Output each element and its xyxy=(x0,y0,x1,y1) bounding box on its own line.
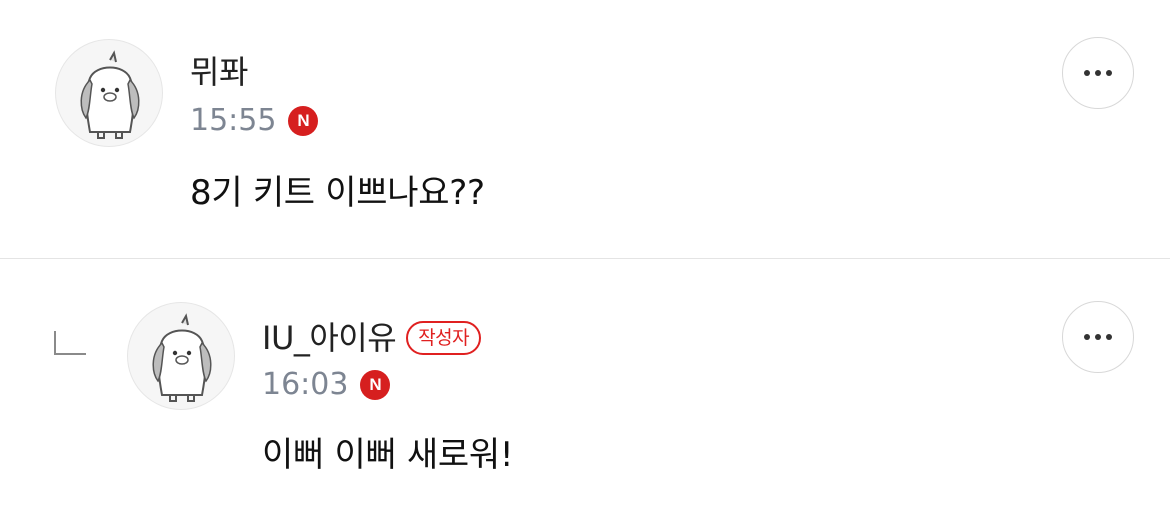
naver-n-icon: N xyxy=(288,106,319,136)
comment-time: 15:55 xyxy=(190,103,277,138)
comment-author[interactable]: IU_아이유 작성자 xyxy=(262,318,482,358)
comment-meta: 16:03 N xyxy=(262,367,391,403)
more-horizontal-icon xyxy=(1084,334,1112,340)
comment-text: 8기 키트 이쁘나요?? xyxy=(190,173,485,213)
reply-item: IU_아이유 작성자 16:03 N 이뻐 이뻐 새로워! xyxy=(0,259,1170,513)
more-options-button[interactable] xyxy=(1062,37,1134,109)
avatar[interactable] xyxy=(55,39,163,147)
comment-text: 이뻐 이뻐 새로워! xyxy=(262,435,514,475)
penguin-avatar-icon xyxy=(152,313,212,402)
author-name[interactable]: 뮈퐈 xyxy=(190,52,248,92)
more-options-button[interactable] xyxy=(1062,301,1134,373)
more-horizontal-icon xyxy=(1084,70,1112,76)
comment-author[interactable]: 뮈퐈 xyxy=(190,52,248,92)
author-name[interactable]: IU_아이유 xyxy=(262,318,397,358)
naver-n-icon: N xyxy=(360,370,391,400)
comment-meta: 15:55 N xyxy=(190,103,319,139)
avatar[interactable] xyxy=(127,302,235,410)
penguin-avatar-icon xyxy=(80,50,140,139)
reply-corner-icon xyxy=(54,331,86,355)
comment-time: 16:03 xyxy=(262,367,349,402)
comment-item: 뮈퐈 15:55 N 8기 키트 이쁘나요?? xyxy=(0,0,1170,258)
author-badge: 작성자 xyxy=(406,321,482,355)
